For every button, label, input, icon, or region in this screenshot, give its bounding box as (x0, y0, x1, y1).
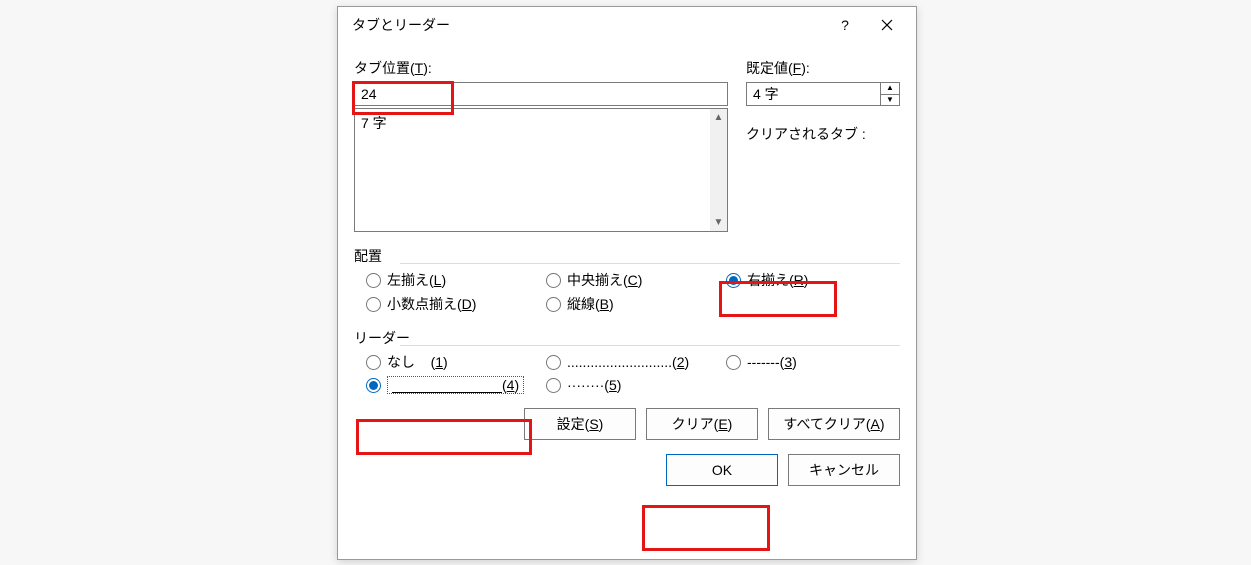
align-right-radio[interactable]: 右揃え(R) (726, 270, 906, 290)
leader-none-radio[interactable]: なし (1) (366, 352, 546, 372)
highlight-box (642, 505, 770, 551)
cleared-tabs-label: クリアされるタブ : (746, 124, 900, 144)
leader-3-radio[interactable]: -------(3) (726, 352, 797, 372)
spin-down-icon: ▼ (881, 95, 899, 106)
dialog-title: タブとリーダー (352, 15, 824, 35)
leader-4-radio[interactable]: (4) (366, 376, 546, 394)
leader-4-line (392, 380, 502, 393)
help-button[interactable]: ? (824, 10, 866, 40)
leader-2-radio[interactable]: ...........................(2) (546, 352, 726, 372)
align-decimal-radio[interactable]: 小数点揃え(D) (366, 294, 546, 314)
default-input[interactable] (746, 82, 880, 106)
tab-position-input[interactable] (354, 82, 728, 106)
close-icon (881, 19, 893, 31)
spin-up-icon: ▲ (881, 83, 899, 95)
default-spinner[interactable]: ▲▼ (880, 82, 900, 106)
close-button[interactable] (866, 10, 908, 40)
clear-all-button[interactable]: すべてクリア(A) (768, 408, 900, 440)
scrollbar[interactable]: ▲▼ (710, 109, 727, 231)
tabs-dialog: タブとリーダー ? タブ位置(T): 7 字 ▲▼ 既定値(F): (337, 6, 917, 560)
scroll-down-icon: ▼ (714, 217, 724, 228)
default-label: 既定値(F): (746, 58, 900, 78)
cancel-button[interactable]: キャンセル (788, 454, 900, 486)
tab-position-label: タブ位置(T): (354, 58, 728, 78)
leader-5-radio[interactable]: ········(5) (546, 376, 726, 394)
align-center-radio[interactable]: 中央揃え(C) (546, 270, 726, 290)
titlebar: タブとリーダー ? (338, 7, 916, 44)
scroll-up-icon: ▲ (714, 112, 724, 123)
align-left-radio[interactable]: 左揃え(L) (366, 270, 546, 290)
ok-button[interactable]: OK (666, 454, 778, 486)
list-item[interactable]: 7 字 (361, 113, 721, 133)
tab-position-list[interactable]: 7 字 ▲▼ (354, 108, 728, 232)
align-bar-radio[interactable]: 縦線(B) (546, 294, 726, 314)
clear-button[interactable]: クリア(E) (646, 408, 758, 440)
set-button[interactable]: 設定(S) (524, 408, 636, 440)
